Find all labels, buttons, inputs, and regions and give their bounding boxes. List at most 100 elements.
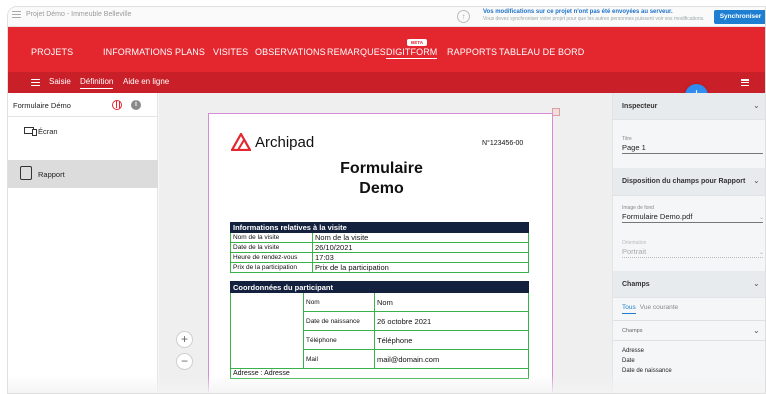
zoom-in-button[interactable]: + (176, 331, 193, 348)
document-title: Formulaire Demo (209, 159, 554, 199)
structure-item-label: Rapport (38, 170, 65, 179)
title-field-label: Titre (622, 136, 632, 142)
field-list-item[interactable]: Adresse (622, 348, 644, 354)
orientation-select: Portrait (622, 247, 763, 258)
project-selector[interactable]: Projet Démo - Immeuble Belleville (12, 11, 131, 18)
fields-section-title: Champs (622, 281, 650, 288)
structure-item-label: Écran (38, 127, 58, 136)
logo-text: Archipad (255, 133, 315, 151)
fields-subsection-title: Champs (622, 328, 643, 334)
sync-warning: Vos modifications sur ce projet n'ont pa… (483, 9, 713, 22)
bottom-fade (8, 375, 765, 393)
field-value[interactable]: Téléphone (374, 330, 529, 350)
field-label: Prix de la participation (230, 262, 313, 273)
zoom-out-button[interactable]: − (176, 353, 193, 370)
field-label: Date de naissance (303, 311, 375, 331)
screen-icon (24, 127, 37, 136)
inspector-header[interactable]: Inspecteur ⌄ (613, 93, 765, 120)
document-number: N°123456-00 (482, 140, 524, 147)
tab-tous[interactable]: Tous (622, 304, 636, 314)
form-header: Formulaire Démo i (8, 93, 158, 117)
tab-saisie[interactable]: Saisie (49, 77, 71, 86)
photo-cell[interactable] (230, 292, 304, 369)
nav-digitform[interactable]: DIGITFORM (386, 47, 438, 59)
tab-vue-courante[interactable]: Vue courante (640, 304, 678, 314)
list-icon[interactable] (741, 79, 749, 87)
structure-item-ecran[interactable]: Écran (8, 117, 158, 145)
layout-section-title: Disposition du champs pour Rapport (622, 178, 746, 185)
document-title-line2: Demo (359, 180, 404, 197)
participant-table[interactable]: Coordonnées du participant Nom Nom Date … (230, 281, 529, 379)
main-nav: PROJETS INFORMATIONS PLANS VISITES OBSER… (8, 27, 765, 72)
dropdown-arrow-icon: ⌄ (759, 250, 765, 256)
orientation-label: Orientation (622, 240, 647, 246)
resize-handle[interactable] (552, 108, 560, 116)
form-title: Formulaire Démo (13, 101, 71, 110)
nav-plans[interactable]: PLANS (175, 47, 205, 57)
field-value[interactable]: Nom de la visite (312, 232, 529, 243)
fields-tabs: Tous Vue courante (622, 304, 678, 314)
nav-remarques[interactable]: REMARQUES (327, 47, 386, 57)
top-bar: Projet Démo - Immeuble Belleville ↑ Vos … (8, 7, 765, 27)
document-icon (20, 166, 32, 180)
project-name: Projet Démo - Immeuble Belleville (26, 11, 132, 18)
app-window: Projet Démo - Immeuble Belleville ↑ Vos … (7, 6, 766, 394)
field-value[interactable]: mail@domain.com (374, 349, 529, 369)
field-value[interactable]: 17:03 (312, 252, 529, 263)
field-label: Mail (303, 349, 375, 369)
nav-tableau-de-bord[interactable]: TABLEAU DE BORD (499, 47, 584, 57)
nav-informations[interactable]: INFORMATIONS (103, 47, 173, 57)
sync-warning-subtitle: Vous devez synchroniser votre projet pou… (483, 16, 705, 22)
chevron-down-icon[interactable]: ⌄ (753, 176, 760, 185)
background-image-label: Image de fond (622, 205, 654, 211)
cloud-upload-icon: ↑ (457, 10, 470, 23)
nav-visites[interactable]: VISITES (213, 47, 248, 57)
participant-header: Coordonnées du participant (230, 281, 529, 293)
field-label: Nom (303, 292, 375, 312)
field-list-item[interactable]: Date de naissance (622, 368, 672, 374)
info-icon[interactable]: i (131, 100, 141, 110)
hamburger-icon[interactable] (31, 79, 40, 86)
field-value[interactable]: 26 octobre 2021 (374, 311, 529, 331)
title-field[interactable]: Page 1 (622, 143, 763, 154)
page-canvas: + − Archipad N°123456-00 Formulaire Demo… (159, 93, 612, 393)
field-label: Date de la visite (230, 242, 313, 253)
nav-projets[interactable]: PROJETS (31, 47, 73, 57)
table-row[interactable]: Nom de la visite Nom de la visite (230, 232, 529, 243)
background-image-select[interactable]: Formulaire Demo.pdf (622, 212, 763, 223)
tab-definition[interactable]: Définition (80, 77, 114, 89)
dropdown-arrow-icon[interactable]: ⌄ (759, 214, 764, 221)
fields-subsection[interactable]: Champs ⌄ (613, 320, 765, 341)
chevron-down-icon[interactable]: ⌄ (753, 279, 760, 288)
chevron-down-icon[interactable]: ⌄ (753, 326, 760, 335)
visit-info-header: Informations relatives à la visite (230, 222, 529, 233)
layout-section-header[interactable]: Disposition du champs pour Rapport ⌄ (613, 168, 765, 196)
field-list-item[interactable]: Date (622, 358, 635, 364)
archipad-logo: Archipad (231, 133, 314, 151)
inspector-title: Inspecteur (622, 103, 658, 110)
field-label: Heure de rendez-vous (230, 252, 313, 263)
field-value[interactable]: 26/10/2021 (312, 242, 529, 253)
archipad-logo-icon (231, 133, 251, 151)
field-value[interactable]: Nom (374, 292, 529, 312)
nav-rapports[interactable]: RAPPORTS (447, 47, 497, 57)
field-value[interactable]: Prix de la participation (312, 262, 529, 273)
tab-aide-en-ligne[interactable]: Aide en ligne (123, 77, 169, 86)
visit-info-table[interactable]: Informations relatives à la visite Nom d… (230, 222, 529, 273)
field-label: Téléphone (303, 330, 375, 350)
structure-item-rapport[interactable]: Rapport (8, 160, 158, 188)
nav-observations[interactable]: OBSERVATIONS (255, 47, 326, 57)
table-row[interactable]: Heure de rendez-vous 17:03 (230, 252, 529, 263)
report-page[interactable]: Archipad N°123456-00 Formulaire Demo Inf… (208, 113, 554, 393)
fields-section-header[interactable]: Champs ⌄ (613, 271, 765, 298)
table-row[interactable]: Date de la visite 26/10/2021 (230, 242, 529, 253)
menu-icon[interactable] (12, 11, 21, 18)
table-row[interactable]: Nom Nom (230, 292, 529, 369)
document-title-line1: Formulaire (340, 160, 423, 177)
chevron-down-icon[interactable]: ⌄ (753, 101, 760, 110)
sync-warning-title: Vos modifications sur ce projet n'ont pa… (483, 9, 673, 15)
table-row[interactable]: Prix de la participation Prix de la part… (230, 262, 529, 273)
globe-icon[interactable] (112, 100, 122, 110)
sync-button[interactable]: Synchroniser (714, 10, 765, 24)
form-structure-panel: Formulaire Démo i Écran Rapport (8, 93, 158, 393)
